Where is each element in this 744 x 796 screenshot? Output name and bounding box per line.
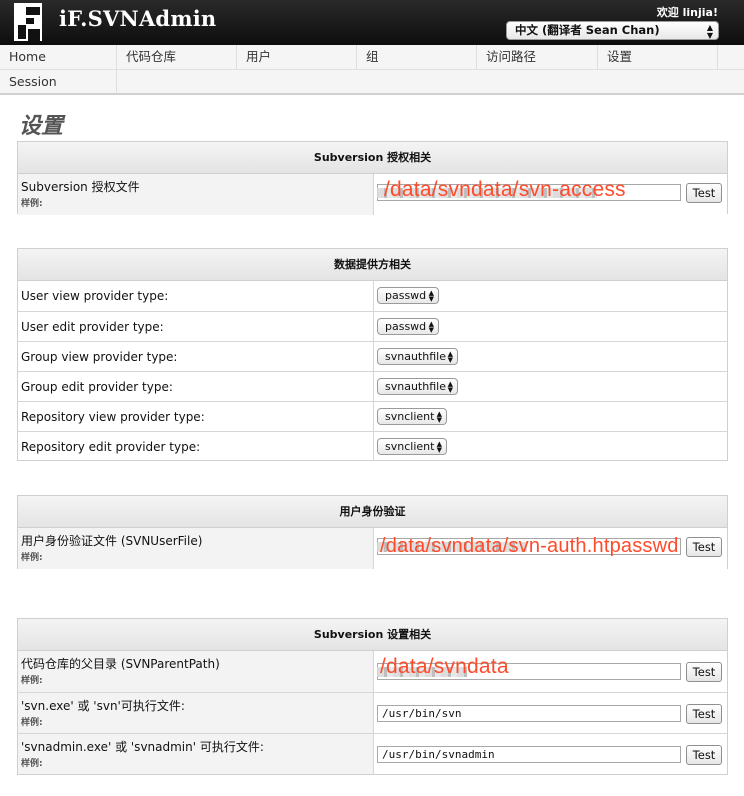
- language-select[interactable]: 中文 (翻译者 Sean Chan) ▲ ▼: [506, 21, 719, 40]
- example-label: 样例:: [21, 199, 43, 209]
- app-title[interactable]: iF.SVNAdmin: [59, 6, 216, 31]
- provider-row: User view provider type: passwd ▲ ▼: [18, 281, 727, 311]
- field-label: User view provider type:: [21, 289, 169, 303]
- select-arrows-icon: ▲ ▼: [436, 440, 442, 454]
- test-button[interactable]: Test: [686, 537, 722, 557]
- nav-row-secondary: Session: [0, 69, 744, 94]
- provider-select[interactable]: svnclient ▲ ▼: [377, 408, 447, 425]
- select-arrows-icon: ▲ ▼: [436, 410, 442, 424]
- select-arrows-icon: ▲ ▼: [447, 350, 453, 364]
- select-value: svnauthfile: [385, 380, 446, 393]
- provider-select[interactable]: svnclient ▲ ▼: [377, 438, 447, 455]
- section-header: 数据提供方相关: [18, 249, 727, 281]
- provider-row: User edit provider type: passwd ▲ ▼: [18, 311, 727, 341]
- section-header: 用户身份验证: [18, 496, 727, 528]
- path-annotation: /data/svndata/svn-auth.htpasswd: [380, 535, 679, 557]
- field-label: User edit provider type:: [21, 320, 164, 334]
- test-button[interactable]: Test: [686, 704, 722, 724]
- nav-item-settings[interactable]: 设置: [598, 45, 718, 69]
- nav-item-home[interactable]: Home: [0, 45, 117, 69]
- example-label: 样例:: [21, 718, 43, 728]
- select-value: svnauthfile: [385, 350, 446, 363]
- field-label: 代码仓库的父目录 (SVNParentPath): [21, 657, 220, 671]
- section-header: Subversion 设置相关: [18, 619, 727, 651]
- parent-path-row: 代码仓库的父目录 (SVNParentPath) 样例: /data/svnda…: [18, 651, 727, 692]
- path-annotation: /data/svndata: [380, 655, 509, 678]
- field-label: 'svn.exe' 或 'svn'可执行文件:: [21, 699, 185, 713]
- auth-section: 用户身份验证 用户身份验证文件 (SVNUserFile) 样例: Test /…: [17, 495, 728, 569]
- language-select-value: 中文 (翻译者 Sean Chan): [515, 23, 660, 37]
- field-label: Repository edit provider type:: [21, 440, 201, 454]
- authz-section: Subversion 授权相关 Subversion 授权文件 样例: /dat…: [17, 141, 728, 215]
- svnadmin-exe-input[interactable]: /usr/bin/svnadmin: [377, 746, 681, 763]
- select-value: passwd: [385, 289, 427, 302]
- test-button[interactable]: Test: [686, 183, 722, 203]
- nav-item-groups[interactable]: 组: [357, 45, 477, 69]
- provider-select[interactable]: svnauthfile ▲ ▼: [377, 348, 458, 365]
- test-button[interactable]: Test: [686, 745, 722, 765]
- nav-item-users[interactable]: 用户: [237, 45, 357, 69]
- field-label: Repository view provider type:: [21, 410, 205, 424]
- path-annotation: /data/svndata/svn-access: [384, 178, 626, 201]
- section-header: Subversion 授权相关: [18, 142, 727, 174]
- example-label: 样例:: [21, 553, 43, 563]
- provider-row: Repository edit provider type: svnclient…: [18, 431, 727, 461]
- select-arrows-icon: ▲ ▼: [428, 320, 434, 334]
- logo-icon: [14, 3, 42, 41]
- provider-select[interactable]: svnauthfile ▲ ▼: [377, 378, 458, 395]
- welcome-text: 欢迎 linjia!: [656, 6, 718, 19]
- field-label: Subversion 授权文件: [21, 180, 140, 194]
- select-value: passwd: [385, 320, 427, 333]
- nav-row-primary: Home 代码仓库 用户 组 访问路径 设置: [0, 45, 718, 69]
- nav-item-repositories[interactable]: 代码仓库: [117, 45, 237, 69]
- nav-item-access-paths[interactable]: 访问路径: [477, 45, 598, 69]
- page-title: 设置: [19, 113, 64, 139]
- field-label: 'svnadmin.exe' 或 'svnadmin' 可执行文件:: [21, 740, 264, 754]
- field-label: 用户身份验证文件 (SVNUserFile): [21, 534, 203, 548]
- example-label: 样例:: [21, 759, 43, 769]
- svn-section: Subversion 设置相关 代码仓库的父目录 (SVNParentPath)…: [17, 618, 728, 775]
- svn-exe-input[interactable]: /usr/bin/svn: [377, 705, 681, 722]
- provider-row: Group view provider type: svnauthfile ▲ ▼: [18, 341, 727, 371]
- svnadmin-exe-row: 'svnadmin.exe' 或 'svnadmin' 可执行文件: 样例: /…: [18, 733, 727, 774]
- select-value: svnclient: [385, 440, 435, 453]
- providers-section: 数据提供方相关 User view provider type: passwd ▲…: [17, 248, 728, 461]
- select-arrows-icon: ▲ ▼: [447, 380, 453, 394]
- field-label: Group edit provider type:: [21, 380, 173, 394]
- provider-row: Group edit provider type: svnauthfile ▲ ▼: [18, 371, 727, 401]
- svn-exe-row: 'svn.exe' 或 'svn'可执行文件: 样例: /usr/bin/svn…: [18, 692, 727, 733]
- select-arrows-icon: ▲ ▼: [706, 23, 713, 40]
- provider-select[interactable]: passwd ▲ ▼: [377, 318, 439, 335]
- auth-file-row: 用户身份验证文件 (SVNUserFile) 样例: Test /data/sv…: [18, 528, 727, 569]
- provider-row: Repository view provider type: svnclient…: [18, 401, 727, 431]
- app-header: iF.SVNAdmin 欢迎 linjia! 中文 (翻译者 Sean Chan…: [0, 0, 744, 45]
- test-button[interactable]: Test: [686, 662, 722, 682]
- nav-item-session[interactable]: Session: [0, 70, 117, 94]
- select-value: svnclient: [385, 410, 435, 423]
- select-arrows-icon: ▲ ▼: [428, 289, 434, 303]
- authz-file-row: Subversion 授权文件 样例: /data/svndata/svn-ac…: [18, 174, 727, 215]
- provider-select[interactable]: passwd ▲ ▼: [377, 287, 439, 304]
- example-label: 样例:: [21, 676, 43, 686]
- field-label: Group view provider type:: [21, 350, 178, 364]
- main-nav: Home 代码仓库 用户 组 访问路径 设置 Session: [0, 45, 744, 95]
